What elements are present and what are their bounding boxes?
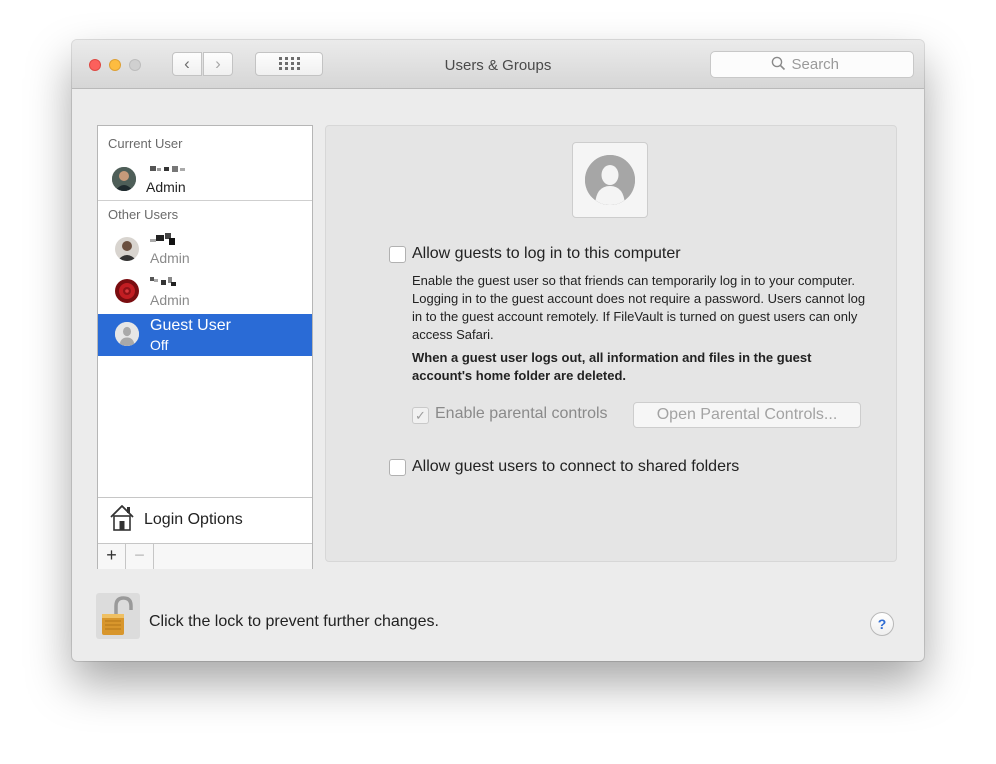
- current-user-item[interactable]: Admin: [98, 162, 312, 202]
- user-role: Admin: [150, 250, 190, 266]
- unlocked-padlock-icon: [96, 593, 140, 643]
- search-icon: [771, 54, 786, 79]
- guest-warning: When a guest user logs out, all informat…: [412, 350, 812, 383]
- add-user-button[interactable]: +: [98, 544, 126, 569]
- open-parental-controls-button[interactable]: Open Parental Controls...: [633, 402, 861, 428]
- avatar: [115, 237, 139, 261]
- guest-picture[interactable]: [572, 142, 648, 218]
- login-options-item[interactable]: Login Options: [98, 497, 312, 544]
- guest-silhouette-icon: [585, 155, 635, 205]
- guest-user-status: Off: [150, 337, 169, 353]
- shared-folders-label: Allow guest users to connect to shared f…: [412, 458, 740, 475]
- divider: [98, 200, 312, 201]
- forward-button[interactable]: ›: [203, 52, 233, 76]
- user-role: Admin: [146, 179, 186, 195]
- users-groups-window: ‹ › Users & Groups Current User: [72, 40, 924, 661]
- guest-avatar: [115, 322, 139, 346]
- house-icon: [108, 503, 136, 538]
- lock-button[interactable]: [96, 593, 140, 639]
- current-user-header: Current User: [108, 136, 183, 151]
- guest-settings-panel: Allow guests to log in to this computer …: [325, 125, 897, 562]
- other-user-item[interactable]: Admin: [98, 230, 312, 270]
- zoom-button[interactable]: [129, 59, 141, 71]
- user-name-redacted: [150, 163, 190, 175]
- avatar: [112, 167, 136, 191]
- lock-message: Click the lock to prevent further change…: [149, 613, 439, 630]
- search-input[interactable]: [791, 56, 854, 73]
- close-button[interactable]: [89, 59, 101, 71]
- search-field[interactable]: [710, 51, 914, 78]
- users-list[interactable]: Current User Admin Other Users Admin Adm…: [97, 125, 313, 569]
- user-name-redacted: [150, 232, 190, 245]
- avatar: [115, 279, 139, 303]
- other-users-header: Other Users: [108, 207, 179, 222]
- allow-guests-label: Allow guests to log in to this computer: [412, 245, 681, 262]
- guest-description: Enable the guest user so that friends ca…: [412, 273, 866, 342]
- parental-controls-checkbox[interactable]: ✓: [412, 407, 429, 424]
- help-button[interactable]: ?: [870, 612, 894, 636]
- guest-user-item[interactable]: Guest User Off: [98, 314, 312, 356]
- parental-controls-label: Enable parental controls: [435, 405, 608, 422]
- allow-guests-checkbox[interactable]: [389, 246, 406, 263]
- shared-folders-checkbox[interactable]: [389, 459, 406, 476]
- guest-user-name: Guest User: [150, 317, 231, 334]
- show-all-grid-button[interactable]: [255, 52, 323, 76]
- user-role: Admin: [150, 292, 190, 308]
- user-name-redacted: [150, 274, 190, 286]
- grid-icon: [278, 57, 300, 73]
- remove-user-button[interactable]: −: [126, 544, 154, 569]
- add-remove-bar: + −: [98, 543, 312, 569]
- login-options-label: Login Options: [144, 511, 243, 528]
- minimize-button[interactable]: [109, 59, 121, 71]
- other-user-item[interactable]: Admin: [98, 272, 312, 312]
- title-bar: ‹ › Users & Groups: [72, 40, 924, 89]
- back-button[interactable]: ‹: [172, 52, 202, 76]
